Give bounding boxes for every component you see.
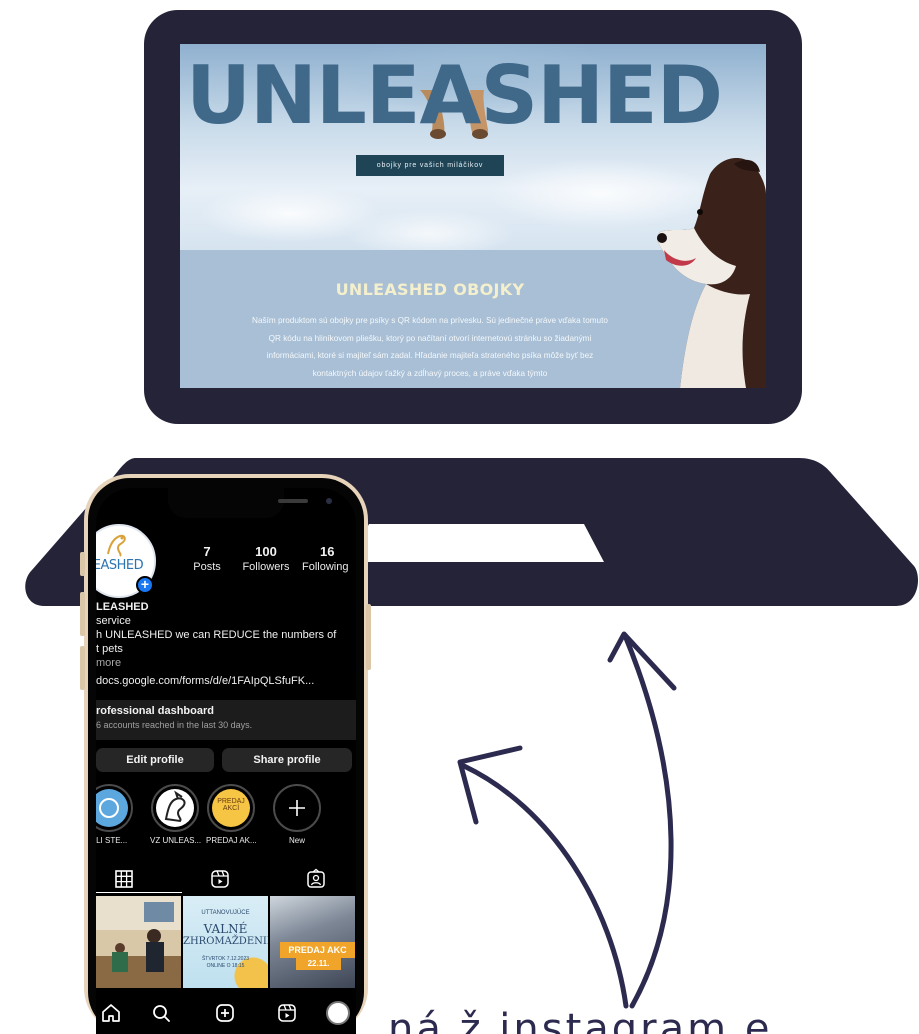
post-2-subtitle: UTTANOVUJÚCE <box>201 910 250 916</box>
highlight-3-text-2: AKCÍ <box>222 805 240 812</box>
front-camera <box>326 498 332 504</box>
new-highlight-label: New <box>288 836 305 845</box>
dashboard-title: rofessional dashboard <box>96 705 214 717</box>
profile-external-link[interactable]: docs.google.com/forms/d/e/1FAIpQLSfuFK..… <box>96 674 314 688</box>
profile-bio-line-1: h UNLEASHED we can REDUCE the numbers of <box>96 629 337 641</box>
highlight-1[interactable]: ELI STE... <box>96 784 134 845</box>
dashboard-subtitle: 6 accounts reached in the last 30 days. <box>96 720 253 730</box>
profile-tabs <box>96 862 356 892</box>
highlight-2[interactable]: VZ UNLEAS... <box>150 784 202 845</box>
plus-icon <box>289 800 305 816</box>
active-tab-underline <box>96 892 182 893</box>
followers-count-value: 100 <box>255 544 277 559</box>
highlight-1-image <box>96 789 128 827</box>
hero-cta-button[interactable]: obojky pre vašich miláčikov <box>356 155 504 176</box>
section-text: Naším produktom sú obojky pre psíky s QR… <box>252 316 608 378</box>
highlight-3[interactable]: PREDAJ AKCÍ PREDAJ AK... <box>206 784 257 845</box>
following-count-value: 16 <box>320 544 335 559</box>
phone-notch <box>168 488 332 518</box>
profile-name: LEASHED <box>96 601 149 613</box>
tagged-icon[interactable] <box>304 868 328 890</box>
highlight-3-image: PREDAJ AKCÍ <box>212 789 250 827</box>
post-3-title: PREDAJ AKC <box>280 942 355 958</box>
posts-count[interactable]: 7 Posts <box>192 544 222 574</box>
caption-text: ná ž instagram e <box>388 1006 773 1034</box>
bottom-navigation <box>96 990 356 1034</box>
followers-count[interactable]: 100 Followers <box>240 544 292 574</box>
highlight-1-label: ELI STE... <box>96 836 128 845</box>
following-count-label: Following <box>302 561 349 573</box>
post-2-title-2: ZHROMAŽDENIE <box>183 936 268 947</box>
post-3-date: 22.11. <box>296 958 341 970</box>
dog-logo-icon <box>107 534 126 557</box>
home-icon[interactable] <box>100 1002 122 1024</box>
phone-volume-down <box>80 646 85 690</box>
new-highlight[interactable]: New <box>272 784 322 845</box>
grid-icon[interactable] <box>112 868 136 890</box>
highlight-3-text-1: PREDAJ <box>217 798 245 805</box>
post-thumbnail-2[interactable]: UTTANOVUJÚCE VALNÉ ZHROMAŽDENIE ŠTVRTOK … <box>183 896 268 988</box>
profile-bio-line-2: t pets <box>96 643 123 655</box>
classroom-photo <box>96 896 181 988</box>
profile-category: service <box>96 615 131 627</box>
phone-mute-switch <box>80 552 85 576</box>
speaker-grille <box>278 499 308 503</box>
highlight-2-label: VZ UNLEAS... <box>150 836 202 845</box>
dog-image <box>657 158 766 388</box>
instagram-profile-screen: LEASHED + 7 Posts 100 Followers 16 Follo… <box>96 488 356 1034</box>
post-2-date: ŠTVRTOK 7.12.2023 <box>201 956 250 962</box>
posts-count-value: 7 <box>203 544 211 559</box>
post-2-title-1: VALNÉ <box>203 922 248 936</box>
following-count[interactable]: 16 Following <box>302 544 356 574</box>
post-2-time: ONLINE O 18:15 <box>206 963 245 969</box>
highlight-2-ring <box>151 784 199 832</box>
avatar-logo-text: LEASHED <box>96 558 144 573</box>
share-profile-button[interactable]: Share profile <box>222 748 352 772</box>
edit-profile-button[interactable]: Edit profile <box>96 748 214 772</box>
new-highlight-ring <box>273 784 321 832</box>
bio-more-link[interactable]: more <box>96 656 121 670</box>
profile-nav-avatar[interactable] <box>326 1001 350 1025</box>
reels-nav-icon[interactable] <box>276 1002 298 1024</box>
post-thumbnail-1[interactable] <box>96 896 181 988</box>
search-icon[interactable] <box>150 1002 172 1024</box>
followers-count-label: Followers <box>242 561 290 573</box>
website-screen: UNLEASHED obojky pre vašich miláčikov UN… <box>180 44 766 388</box>
professional-dashboard[interactable]: rofessional dashboard 6 accounts reached… <box>96 700 356 740</box>
dog-sketch-icon <box>164 790 186 823</box>
add-story-plus-icon[interactable]: + <box>136 576 154 594</box>
create-post-icon[interactable] <box>214 1002 236 1024</box>
hero-title: UNLEASHED <box>186 49 723 142</box>
highlight-1-ring <box>96 784 133 832</box>
curved-arrows <box>457 631 677 1009</box>
highlight-3-ring: PREDAJ AKCÍ <box>207 784 255 832</box>
post-thumbnail-3[interactable]: PREDAJ AKC 22.11. <box>270 896 355 988</box>
posts-count-label: Posts <box>193 561 221 573</box>
phone-volume-up <box>80 592 85 636</box>
section-title: UNLEASHED OBOJKY <box>335 280 525 299</box>
phone-power-button <box>366 604 371 670</box>
highlight-2-image <box>156 789 194 827</box>
highlight-3-label: PREDAJ AK... <box>206 836 257 845</box>
reels-icon[interactable] <box>208 868 232 890</box>
